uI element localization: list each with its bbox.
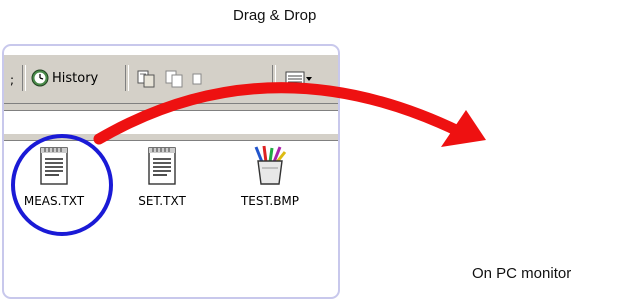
drag-arrow-head xyxy=(441,110,486,147)
address-bar xyxy=(4,104,338,141)
toolbar-fragment: ; xyxy=(10,73,15,87)
toolbar-separator xyxy=(22,65,26,91)
history-label: History xyxy=(52,70,99,86)
toolbar-partial-icon[interactable] xyxy=(190,67,212,89)
explorer-window: ; History MEAS.TXT SET.TXT TEST.BMP xyxy=(2,44,340,299)
toolbar-separator xyxy=(272,65,276,91)
copy-to-icon[interactable] xyxy=(164,67,186,89)
file-item-test-bmp[interactable]: TEST.BMP xyxy=(220,144,320,208)
file-item-meas-txt[interactable]: MEAS.TXT xyxy=(4,144,104,208)
toolbar: ; History xyxy=(4,54,338,104)
bitmap-file-icon xyxy=(254,145,287,185)
address-field[interactable] xyxy=(4,110,338,134)
file-name: SET.TXT xyxy=(138,194,186,208)
history-button[interactable]: History xyxy=(30,67,98,89)
history-icon xyxy=(31,69,49,87)
move-to-icon[interactable] xyxy=(136,67,158,89)
text-file-icon xyxy=(40,147,68,185)
pc-monitor-caption: On PC monitor xyxy=(472,265,572,282)
text-file-icon xyxy=(148,147,176,185)
views-icon[interactable] xyxy=(284,67,314,89)
file-item-set-txt[interactable]: SET.TXT xyxy=(112,144,212,208)
toolbar-separator xyxy=(125,65,129,91)
file-name: TEST.BMP xyxy=(240,194,300,208)
file-name: MEAS.TXT xyxy=(23,194,85,208)
drag-and-drop-caption: Drag & Drop xyxy=(233,7,317,24)
